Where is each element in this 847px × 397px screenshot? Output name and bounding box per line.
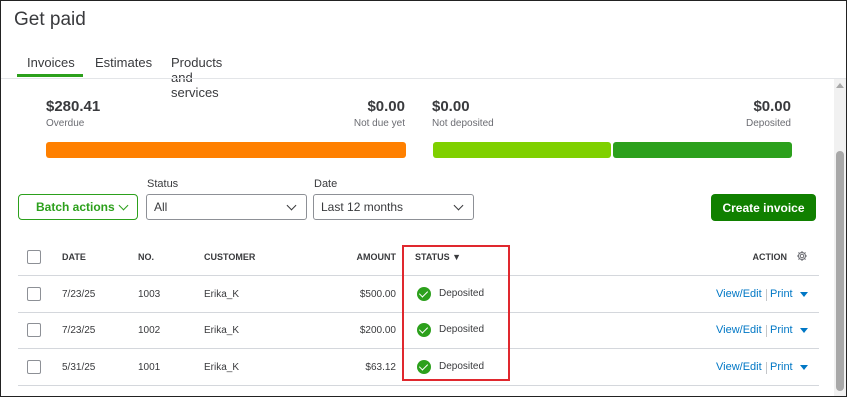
- row-status: Deposited: [439, 288, 485, 299]
- caret-down-icon[interactable]: [800, 328, 808, 333]
- column-header-amount[interactable]: AMOUNT: [357, 252, 397, 262]
- row-amount: $200.00: [359, 325, 396, 336]
- active-tab-indicator: [17, 74, 83, 77]
- caret-down-icon[interactable]: [800, 365, 808, 370]
- scrollbar-thumb[interactable]: [836, 151, 844, 391]
- row-amount: $63.12: [365, 362, 396, 373]
- row-status: Deposited: [439, 324, 485, 335]
- row-customer: Erika_K: [204, 362, 240, 373]
- not-deposited-amount: $0.00: [432, 98, 470, 115]
- row-no: 1002: [138, 325, 161, 336]
- column-header-customer[interactable]: CUSTOMER: [204, 252, 255, 262]
- print-link[interactable]: Print: [770, 324, 793, 336]
- date-filter-label: Date: [314, 178, 338, 190]
- row-checkbox[interactable]: [27, 360, 41, 374]
- view-edit-link[interactable]: View/Edit: [716, 361, 762, 373]
- overdue-amount: $280.41: [46, 98, 101, 115]
- not-due-amount: $0.00: [367, 98, 405, 115]
- scrollbar[interactable]: [834, 79, 846, 396]
- status-filter-label: Status: [147, 178, 179, 190]
- chevron-down-icon: [118, 200, 129, 211]
- action-separator: [766, 289, 767, 301]
- caret-down-icon[interactable]: [800, 292, 808, 297]
- select-all-checkbox[interactable]: [27, 250, 41, 264]
- app-frame: Get paid Invoices Estimates Products and…: [0, 0, 847, 397]
- tab-estimates[interactable]: Estimates: [95, 55, 152, 70]
- row-divider: [18, 348, 819, 349]
- batch-actions-button[interactable]: Batch actions: [18, 194, 138, 220]
- page-title: Get paid: [14, 9, 86, 30]
- row-no: 1001: [138, 362, 161, 373]
- date-filter-value: Last 12 months: [321, 200, 404, 214]
- row-status: Deposited: [439, 361, 485, 372]
- header-divider: [18, 275, 819, 276]
- deposited-amount: $0.00: [753, 98, 791, 115]
- batch-actions-label: Batch actions: [36, 200, 115, 214]
- check-circle-icon: [417, 360, 431, 374]
- scroll-up-arrow-icon[interactable]: [836, 83, 844, 88]
- create-invoice-button[interactable]: Create invoice: [711, 194, 816, 221]
- row-divider: [18, 312, 819, 313]
- row-no: 1003: [138, 289, 161, 300]
- column-header-date[interactable]: DATE: [62, 252, 86, 262]
- view-edit-link[interactable]: View/Edit: [716, 324, 762, 336]
- check-circle-icon: [417, 287, 431, 301]
- action-separator: [766, 325, 767, 337]
- column-header-action: ACTION: [752, 252, 788, 262]
- tabs-divider: [1, 78, 846, 79]
- not-deposited-label: Not deposited: [432, 118, 494, 129]
- row-checkbox[interactable]: [27, 323, 41, 337]
- row-customer: Erika_K: [204, 289, 240, 300]
- overdue-bar[interactable]: [46, 142, 406, 158]
- row-date: 7/23/25: [62, 325, 96, 336]
- row-date: 7/23/25: [62, 289, 96, 300]
- row-divider: [18, 385, 819, 386]
- row-amount: $500.00: [359, 289, 396, 300]
- column-header-status[interactable]: STATUS ▼: [415, 252, 461, 262]
- view-edit-link[interactable]: View/Edit: [716, 288, 762, 300]
- not-due-label: Not due yet: [353, 118, 405, 129]
- deposited-bar[interactable]: [613, 142, 792, 158]
- row-date: 5/31/25: [62, 362, 96, 373]
- gear-icon[interactable]: [796, 250, 808, 262]
- chevron-down-icon: [286, 200, 297, 211]
- row-checkbox[interactable]: [27, 287, 41, 301]
- date-filter-select[interactable]: Last 12 months: [313, 194, 474, 220]
- overdue-label: Overdue: [46, 118, 85, 129]
- chevron-down-icon: [453, 200, 464, 211]
- tab-invoices[interactable]: Invoices: [27, 55, 75, 70]
- check-circle-icon: [417, 323, 431, 337]
- print-link[interactable]: Print: [770, 288, 793, 300]
- status-filter-value: All: [154, 200, 168, 214]
- action-separator: [766, 362, 767, 374]
- status-filter-select[interactable]: All: [146, 194, 307, 220]
- print-link[interactable]: Print: [770, 361, 793, 373]
- column-header-no[interactable]: NO.: [138, 252, 154, 262]
- deposited-label: Deposited: [745, 118, 791, 129]
- not-deposited-bar[interactable]: [433, 142, 611, 158]
- row-customer: Erika_K: [204, 325, 240, 336]
